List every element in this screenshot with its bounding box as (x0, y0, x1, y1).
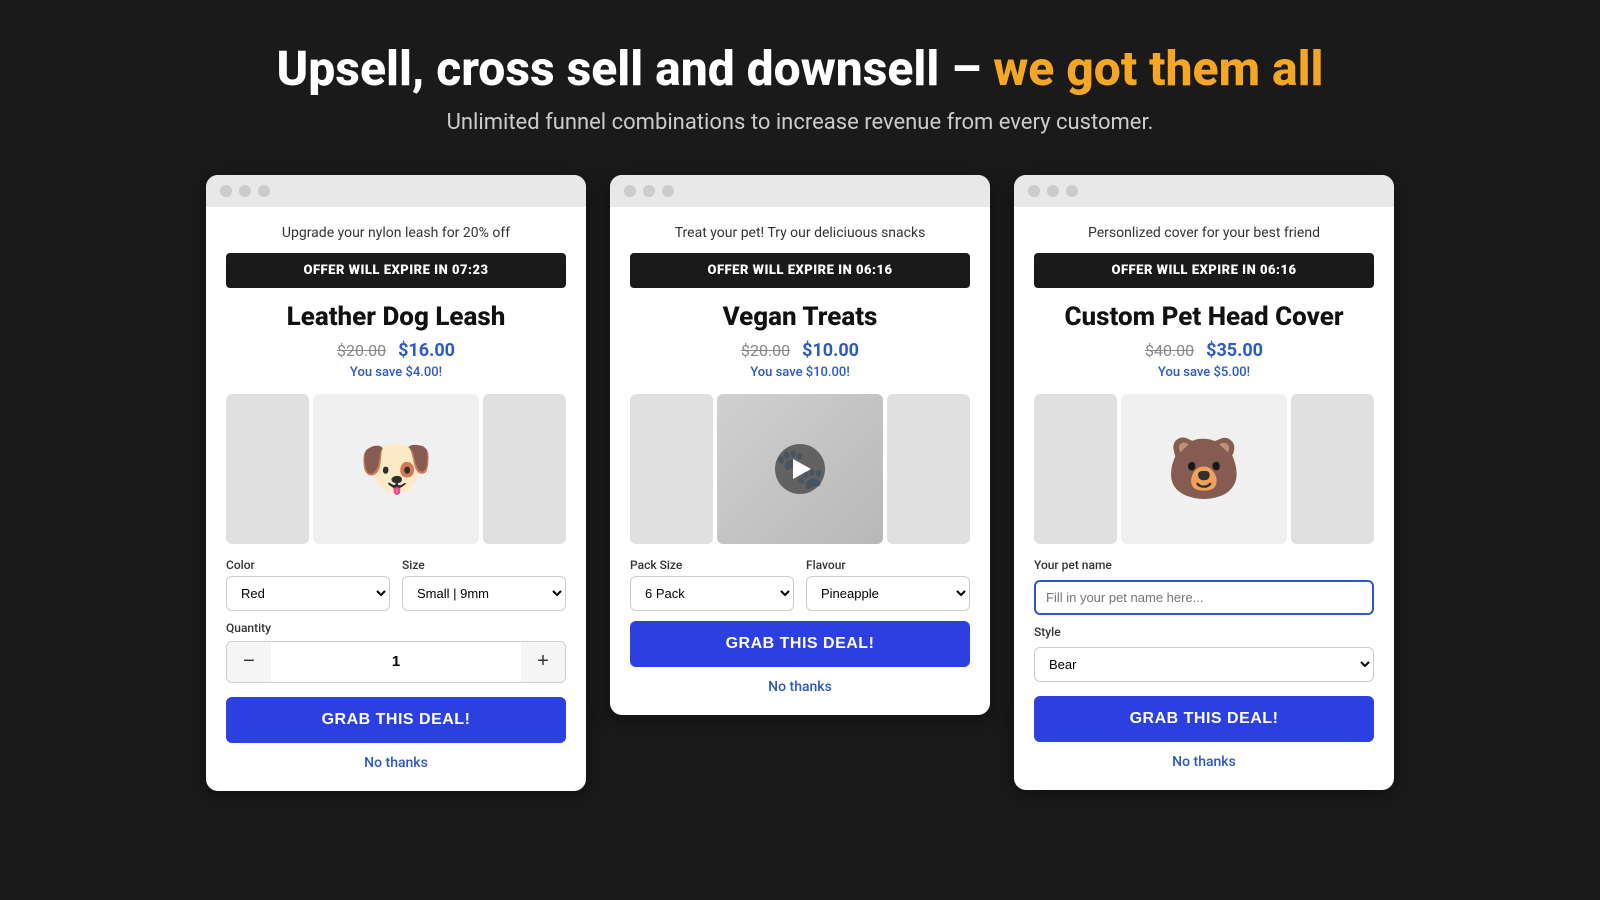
savings-cover: You save $5.00! (1034, 365, 1374, 380)
card-subtitle-treats: Treat your pet! Try our deliciuous snack… (630, 225, 970, 241)
dot-7 (1028, 185, 1040, 197)
card-cover: Personlized cover for your best friend O… (1014, 175, 1394, 790)
flavour-label: Flavour (806, 558, 970, 572)
page-header: Upsell, cross sell and downsell – we got… (277, 40, 1324, 135)
pet-name-input[interactable] (1034, 580, 1374, 615)
dog-leash-icon: 🐶 (359, 439, 434, 499)
pricing-treats: $20.00 $10.00 (630, 340, 970, 361)
quantity-row: Quantity − + (226, 621, 566, 683)
dot-2 (239, 185, 251, 197)
pricing-cover: $40.00 $35.00 (1034, 340, 1374, 361)
product-title-cover: Custom Pet Head Cover (1034, 302, 1374, 332)
offer-banner-treats: OFFER WILL EXPIRE IN 06:16 (630, 253, 970, 288)
qty-minus-button[interactable]: − (227, 642, 271, 682)
image-carousel-treats: 🐾 (630, 394, 970, 544)
sale-price-cover: $35.00 (1206, 340, 1263, 361)
grab-deal-button-treats[interactable]: GRAB THIS DEAL! (630, 621, 970, 667)
no-thanks-cover[interactable]: No thanks (1034, 754, 1374, 770)
offer-banner-leash: OFFER WILL EXPIRE IN 07:23 (226, 253, 566, 288)
bear-dog-icon: 🐻 (1121, 394, 1287, 544)
pack-size-label: Pack Size (630, 558, 794, 572)
product-title-treats: Vegan Treats (630, 302, 970, 332)
card-body-treats: Treat your pet! Try our deliciuous snack… (610, 207, 990, 715)
grab-deal-button-cover[interactable]: GRAB THIS DEAL! (1034, 696, 1374, 742)
play-triangle-icon (793, 459, 811, 479)
img-main-leash: 🐶 (313, 394, 479, 544)
card-subtitle-leash: Upgrade your nylon leash for 20% off (226, 225, 566, 241)
dot-5 (643, 185, 655, 197)
qty-value-input[interactable] (271, 653, 521, 670)
title-main: Upsell, cross sell and downsell – (277, 40, 982, 97)
img-main-treats: 🐾 (717, 394, 883, 544)
flavour-field-group: Flavour Pineapple Banana Apple (806, 558, 970, 611)
pack-size-field-group: Pack Size 6 Pack 12 Pack 24 Pack (630, 558, 794, 611)
no-thanks-treats[interactable]: No thanks (630, 679, 970, 695)
quantity-label: Quantity (226, 621, 566, 635)
size-select[interactable]: Small | 9mm Medium | 12mm Large | 15mm (402, 576, 566, 611)
img-side-left-cover (1034, 394, 1117, 544)
sale-price-treats: $10.00 (802, 340, 859, 361)
play-button[interactable] (775, 444, 825, 494)
field-row-leash: Color Red Blue Black Size Small | 9mm Me… (226, 558, 566, 611)
pricing-leash: $20.00 $16.00 (226, 340, 566, 361)
savings-treats: You save $10.00! (630, 365, 970, 380)
color-select[interactable]: Red Blue Black (226, 576, 390, 611)
original-price-leash: $20.00 (337, 341, 386, 360)
img-main-cover: 🐻 (1121, 394, 1287, 544)
dot-3 (258, 185, 270, 197)
style-label: Style (1034, 625, 1374, 639)
image-carousel-cover: 🐻 (1034, 394, 1374, 544)
card-subtitle-cover: Personlized cover for your best friend (1034, 225, 1374, 241)
cards-container: Upgrade your nylon leash for 20% off OFF… (150, 175, 1450, 791)
card-body-leash: Upgrade your nylon leash for 20% off OFF… (206, 207, 586, 791)
page-subtitle: Unlimited funnel combinations to increas… (277, 110, 1324, 135)
grab-deal-button-leash[interactable]: GRAB THIS DEAL! (226, 697, 566, 743)
img-side-right-treats (887, 394, 970, 544)
qty-plus-button[interactable]: + (521, 642, 565, 682)
style-field-group: Style Bear Lion Tiger Fox (1034, 625, 1374, 682)
img-side-left-leash (226, 394, 309, 544)
color-field-group: Color Red Blue Black (226, 558, 390, 611)
card-titlebar-1 (206, 175, 586, 207)
title-highlight: we got them all (981, 40, 1323, 97)
card-treats: Treat your pet! Try our deliciuous snack… (610, 175, 990, 715)
size-label: Size (402, 558, 566, 572)
sale-price-leash: $16.00 (398, 340, 455, 361)
field-row-treats: Pack Size 6 Pack 12 Pack 24 Pack Flavour… (630, 558, 970, 611)
no-thanks-leash[interactable]: No thanks (226, 755, 566, 771)
original-price-treats: $20.00 (741, 341, 790, 360)
color-label: Color (226, 558, 390, 572)
flavour-select[interactable]: Pineapple Banana Apple (806, 576, 970, 611)
card-titlebar-2 (610, 175, 990, 207)
original-price-cover: $40.00 (1145, 341, 1194, 360)
dot-9 (1066, 185, 1078, 197)
pet-name-field-group: Your pet name (1034, 558, 1374, 615)
img-side-right-cover (1291, 394, 1374, 544)
dot-1 (220, 185, 232, 197)
dot-4 (624, 185, 636, 197)
image-carousel-leash: 🐶 (226, 394, 566, 544)
dot-8 (1047, 185, 1059, 197)
img-side-left-treats (630, 394, 713, 544)
pet-name-label: Your pet name (1034, 558, 1374, 572)
style-select[interactable]: Bear Lion Tiger Fox (1034, 647, 1374, 682)
savings-leash: You save $4.00! (226, 365, 566, 380)
card-leash: Upgrade your nylon leash for 20% off OFF… (206, 175, 586, 791)
size-field-group: Size Small | 9mm Medium | 12mm Large | 1… (402, 558, 566, 611)
product-title-leash: Leather Dog Leash (226, 302, 566, 332)
card-titlebar-3 (1014, 175, 1394, 207)
img-side-right-leash (483, 394, 566, 544)
page-title: Upsell, cross sell and downsell – we got… (277, 40, 1324, 98)
card-body-cover: Personlized cover for your best friend O… (1014, 207, 1394, 790)
offer-banner-cover: OFFER WILL EXPIRE IN 06:16 (1034, 253, 1374, 288)
dot-6 (662, 185, 674, 197)
quantity-control: − + (226, 641, 566, 683)
pack-size-select[interactable]: 6 Pack 12 Pack 24 Pack (630, 576, 794, 611)
